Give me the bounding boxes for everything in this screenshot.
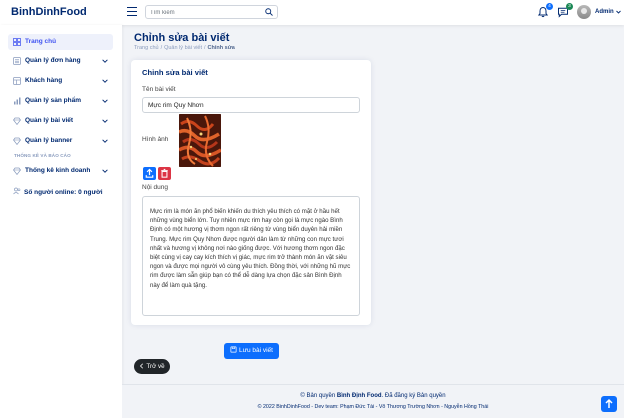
back-to-top-button[interactable] (601, 396, 617, 412)
arrow-up-icon (605, 398, 613, 408)
breadcrumb-current: Chỉnh sửa (207, 45, 235, 51)
message-count-badge: 3 (566, 3, 573, 10)
footer: © Bản quyền Bình Định Food. Đã đăng ký B… (122, 384, 624, 418)
users-icon (13, 187, 21, 195)
image-label: Hình ảnh (142, 136, 169, 143)
sidebar-item-orders[interactable]: Quản lý đơn hàng (8, 53, 113, 69)
chevron-down-icon (102, 99, 108, 103)
page-title: Chỉnh sửa bài viết (134, 32, 230, 44)
logo[interactable]: BinhDinhFood (11, 6, 87, 18)
chevron-down-icon (102, 139, 108, 143)
chevron-down-icon (102, 59, 108, 63)
upload-image-button[interactable] (143, 167, 156, 180)
sidebar: Trang chủ Quản lý đơn hàng Khách hàng Qu… (0, 25, 122, 418)
arrow-left-icon (140, 363, 144, 369)
copyright-prefix: © Bản quyền (300, 393, 336, 399)
sidebar-item-label: Quản lý bài viết (25, 117, 74, 124)
gem-icon (13, 137, 21, 145)
save-post-button[interactable]: Lưu bài viết (224, 343, 279, 359)
layout-icon (13, 77, 21, 85)
sidebar-item-statistics[interactable]: Thống kê kinh doanh (8, 163, 113, 179)
sidebar-item-products[interactable]: Quản lý sản phẩm (8, 93, 113, 109)
save-label: Lưu bài viết (239, 347, 273, 354)
delete-image-button[interactable] (158, 167, 171, 180)
online-users: Số người online: 0 người (13, 187, 103, 196)
sidebar-item-home[interactable]: Trang chủ (8, 34, 113, 50)
sidebar-item-posts[interactable]: Quản lý bài viết (8, 113, 113, 129)
avatar[interactable] (577, 5, 591, 19)
copyright-suffix: . Đã đăng ký Bản quyền (381, 393, 446, 399)
post-name-field[interactable] (142, 97, 360, 113)
sidebar-item-label: Quản lý banner (25, 137, 73, 144)
back-button[interactable]: Trở về (134, 359, 170, 374)
content-label: Nội dung (142, 184, 169, 191)
card-title: Chỉnh sửa bài viết (142, 68, 208, 77)
sidebar-item-label: Quản lý đơn hàng (25, 57, 81, 64)
messages-button[interactable]: 3 (557, 3, 573, 18)
bar-chart-icon (14, 97, 21, 105)
online-label: Số người online: (24, 189, 77, 196)
notification-count-badge: 4 (546, 3, 553, 10)
chevron-down-icon (102, 79, 108, 83)
gem-icon (13, 117, 21, 125)
sidebar-item-label: Thống kê kinh doanh (25, 167, 91, 174)
gem-icon (13, 167, 21, 175)
footer-dev-team: © 2022 BinhDinhFood - Dev team: Phạm Đức… (257, 404, 489, 410)
notifications-bell[interactable]: 4 (537, 3, 553, 18)
sidebar-item-banner[interactable]: Quản lý banner (8, 133, 113, 149)
search-input[interactable] (150, 8, 260, 17)
save-icon (230, 346, 237, 353)
breadcrumb: Trang chủ / Quản lý bài viết / Chỉnh sửa (134, 45, 235, 51)
edit-post-card: Chỉnh sửa bài viết Tên bài viết Hình ảnh… (131, 60, 371, 325)
post-name-label: Tên bài viết (142, 86, 176, 93)
post-image (179, 114, 221, 167)
chevron-down-icon (102, 119, 108, 123)
sidebar-section-heading: THỐNG KÊ VÀ BÁO CÁO (14, 153, 71, 158)
online-count: 0 người (78, 189, 103, 196)
chevron-down-icon[interactable] (616, 10, 621, 14)
breadcrumb-home[interactable]: Trang chủ (134, 45, 159, 51)
toggle-sidebar-icon[interactable] (127, 7, 137, 16)
chevron-down-icon (102, 169, 108, 173)
breadcrumb-posts[interactable]: Quản lý bài viết (164, 45, 202, 51)
top-header: BinhDinhFood 4 3 Admin (0, 0, 624, 25)
grid-icon (13, 38, 21, 46)
upload-icon (145, 168, 154, 178)
content-text: Mực rim là món ăn phổ biến khiến du thíc… (150, 208, 351, 289)
sidebar-item-label: Quản lý sản phẩm (25, 97, 81, 104)
footer-copyright: © Bản quyền Bình Định Food. Đã đăng ký B… (122, 393, 624, 399)
user-name[interactable]: Admin (595, 9, 614, 15)
post-name-input[interactable] (148, 101, 353, 110)
trash-icon (161, 168, 168, 178)
sidebar-item-label: Trang chủ (25, 38, 57, 45)
sidebar-item-customers[interactable]: Khách hàng (8, 73, 113, 89)
search-bar[interactable] (145, 5, 278, 19)
search-icon[interactable] (265, 8, 273, 16)
footer-brand: Bình Định Food (336, 393, 382, 399)
menu-icon (13, 57, 21, 65)
content-textarea[interactable]: Mực rim là món ăn phổ biến khiến du thíc… (142, 196, 360, 316)
sidebar-item-label: Khách hàng (25, 77, 63, 84)
back-label: Trở về (146, 363, 165, 370)
